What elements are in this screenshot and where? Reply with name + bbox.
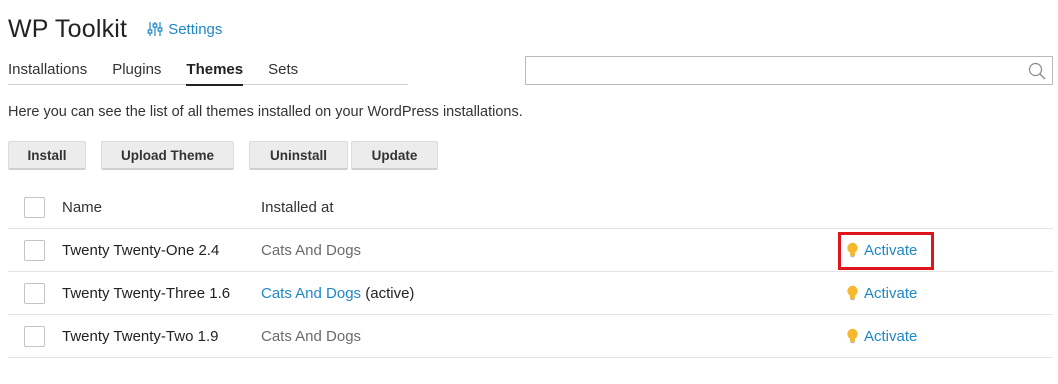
installation-name: Cats And Dogs bbox=[261, 327, 362, 345]
page-description: Here you can see the list of all themes … bbox=[8, 104, 523, 120]
activate-label: Activate bbox=[864, 284, 918, 302]
theme-name: Twenty Twenty-One 2.4 bbox=[62, 241, 220, 259]
installed-at: Cats And Dogs bbox=[261, 328, 361, 345]
column-header-name: Name bbox=[62, 199, 103, 216]
lightbulb-icon bbox=[847, 285, 858, 301]
installed-at: Cats And Dogs bbox=[261, 242, 361, 259]
highlight-box bbox=[838, 232, 934, 270]
tab-bar: Installations Plugins Themes Sets bbox=[8, 56, 408, 86]
activate-link[interactable]: Activate bbox=[846, 285, 917, 302]
update-button[interactable]: Update bbox=[351, 141, 438, 170]
active-status: (active) bbox=[361, 284, 415, 302]
upload-theme-button[interactable]: Upload Theme bbox=[101, 141, 234, 170]
row-checkbox[interactable] bbox=[24, 282, 45, 304]
table-row: Twenty Twenty-Two 1.9 Cats And Dogs Acti… bbox=[8, 315, 1053, 358]
lightbulb-icon bbox=[847, 328, 858, 344]
tab-themes[interactable]: Themes bbox=[186, 56, 243, 86]
page-title: WP Toolkit bbox=[8, 14, 128, 43]
uninstall-button[interactable]: Uninstall bbox=[249, 141, 348, 170]
installation-name: Cats And Dogs bbox=[261, 241, 362, 259]
table-header: Name Installed at bbox=[8, 187, 1053, 229]
settings-link[interactable]: Settings bbox=[147, 21, 222, 38]
column-header-installed-at: Installed at bbox=[261, 199, 334, 216]
row-checkbox[interactable] bbox=[24, 239, 45, 261]
search-box bbox=[525, 56, 1053, 85]
settings-label: Settings bbox=[168, 20, 223, 38]
activate-link[interactable]: Activate bbox=[846, 328, 917, 345]
installed-at: Cats And Dogs (active) bbox=[261, 285, 414, 302]
tab-plugins[interactable]: Plugins bbox=[112, 56, 161, 85]
theme-name: Twenty Twenty-Three 1.6 bbox=[62, 284, 231, 302]
install-button[interactable]: Install bbox=[8, 141, 86, 170]
installation-link[interactable]: Cats And Dogs bbox=[261, 285, 361, 302]
select-all-checkbox[interactable] bbox=[24, 197, 45, 218]
table-row: Twenty Twenty-Three 1.6 Cats And Dogs (a… bbox=[8, 272, 1053, 315]
search-icon[interactable] bbox=[1028, 62, 1046, 80]
search-input[interactable] bbox=[526, 57, 1016, 84]
page-header: WP Toolkit Settings bbox=[8, 12, 222, 46]
activate-label: Activate bbox=[864, 327, 918, 345]
theme-name: Twenty Twenty-Two 1.9 bbox=[62, 327, 219, 345]
themes-table: Name Installed at Twenty Twenty-One 2.4 … bbox=[8, 187, 1053, 358]
sliders-icon bbox=[147, 22, 163, 36]
toolbar: Install Upload Theme Uninstall Update bbox=[8, 141, 453, 170]
tab-sets[interactable]: Sets bbox=[268, 56, 298, 85]
tab-installations[interactable]: Installations bbox=[8, 56, 87, 85]
row-checkbox[interactable] bbox=[24, 325, 45, 347]
